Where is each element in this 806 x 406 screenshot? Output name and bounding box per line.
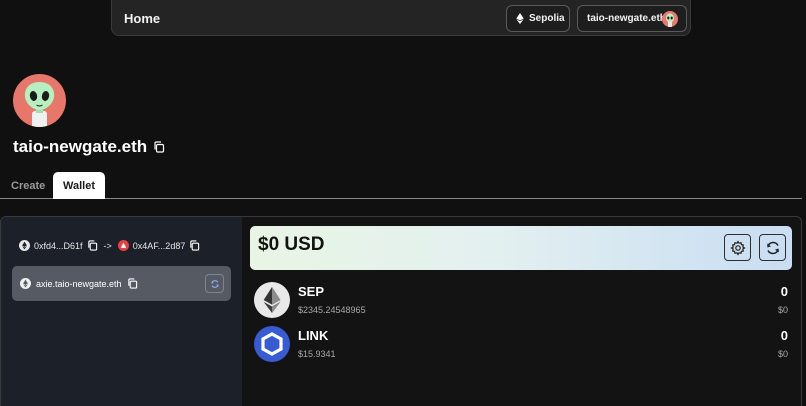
profile-avatar [13,74,66,127]
copy-icon[interactable] [189,240,200,251]
ethereum-circle-icon [19,240,30,251]
wallet-panel: 0xfd4...D61f -> 0x4AF...2d87 axie.taio-n… [0,216,802,406]
refresh-icon [210,279,219,288]
token-value: $0 [777,305,788,315]
profile-name-row: taio-newgate.eth [13,137,165,157]
wallet-sidebar: 0xfd4...D61f -> 0x4AF...2d87 axie.taio-n… [1,217,242,406]
token-value: $0 [777,349,788,359]
account-button[interactable]: taio-newgate.eth [577,5,687,32]
token-price: $2345.24548965 [298,305,366,315]
tab-wallet[interactable]: Wallet [53,172,105,199]
subdomain-refresh-button[interactable] [205,274,224,293]
tab-bar: Create Wallet [0,172,802,199]
copy-icon[interactable] [87,240,98,251]
token-amount: 0 [780,328,788,343]
ethereum-circle-icon [20,278,31,289]
to-address: 0x4AF...2d87 [132,240,186,251]
token-symbol: LINK [298,328,329,343]
token-row-link[interactable]: LINK $15.9341 0 $0 [254,326,790,364]
ethereum-icon [254,282,290,318]
gear-icon [729,239,746,256]
home-link[interactable]: Home [124,11,160,26]
subdomain-label: axie.taio-newgate.eth [36,278,122,289]
refresh-icon [766,241,779,254]
token-amount: 0 [780,284,788,299]
account-label: taio-newgate.eth [587,13,666,24]
subdomain-card[interactable]: axie.taio-newgate.eth [12,266,231,301]
page-title: taio-newgate.eth [13,137,148,156]
arrow-text: -> [103,240,112,251]
from-address: 0xfd4...D61f [34,240,83,251]
chainlink-icon [254,326,290,362]
token-price: $15.9341 [298,349,336,359]
token-row-sep[interactable]: SEP $2345.24548965 0 $0 [254,282,790,320]
avatar [662,11,678,27]
token-symbol: SEP [298,284,325,299]
address-transfer-row: 0xfd4...D61f -> 0x4AF...2d87 [19,240,200,251]
avalanche-icon [117,240,129,251]
top-navbar: Home Sepolia taio-newgate.eth [111,0,691,36]
refresh-balance-button[interactable] [759,234,786,261]
network-label: Sepolia [529,13,565,24]
copy-icon[interactable] [153,141,165,153]
ethereum-icon [516,13,524,24]
network-selector-button[interactable]: Sepolia [506,5,570,32]
balance-card: $0 USD [250,226,792,270]
copy-icon[interactable] [127,278,138,289]
settings-button[interactable] [724,234,751,261]
tab-create[interactable]: Create [11,172,45,199]
balance-amount: $0 USD [258,234,325,255]
